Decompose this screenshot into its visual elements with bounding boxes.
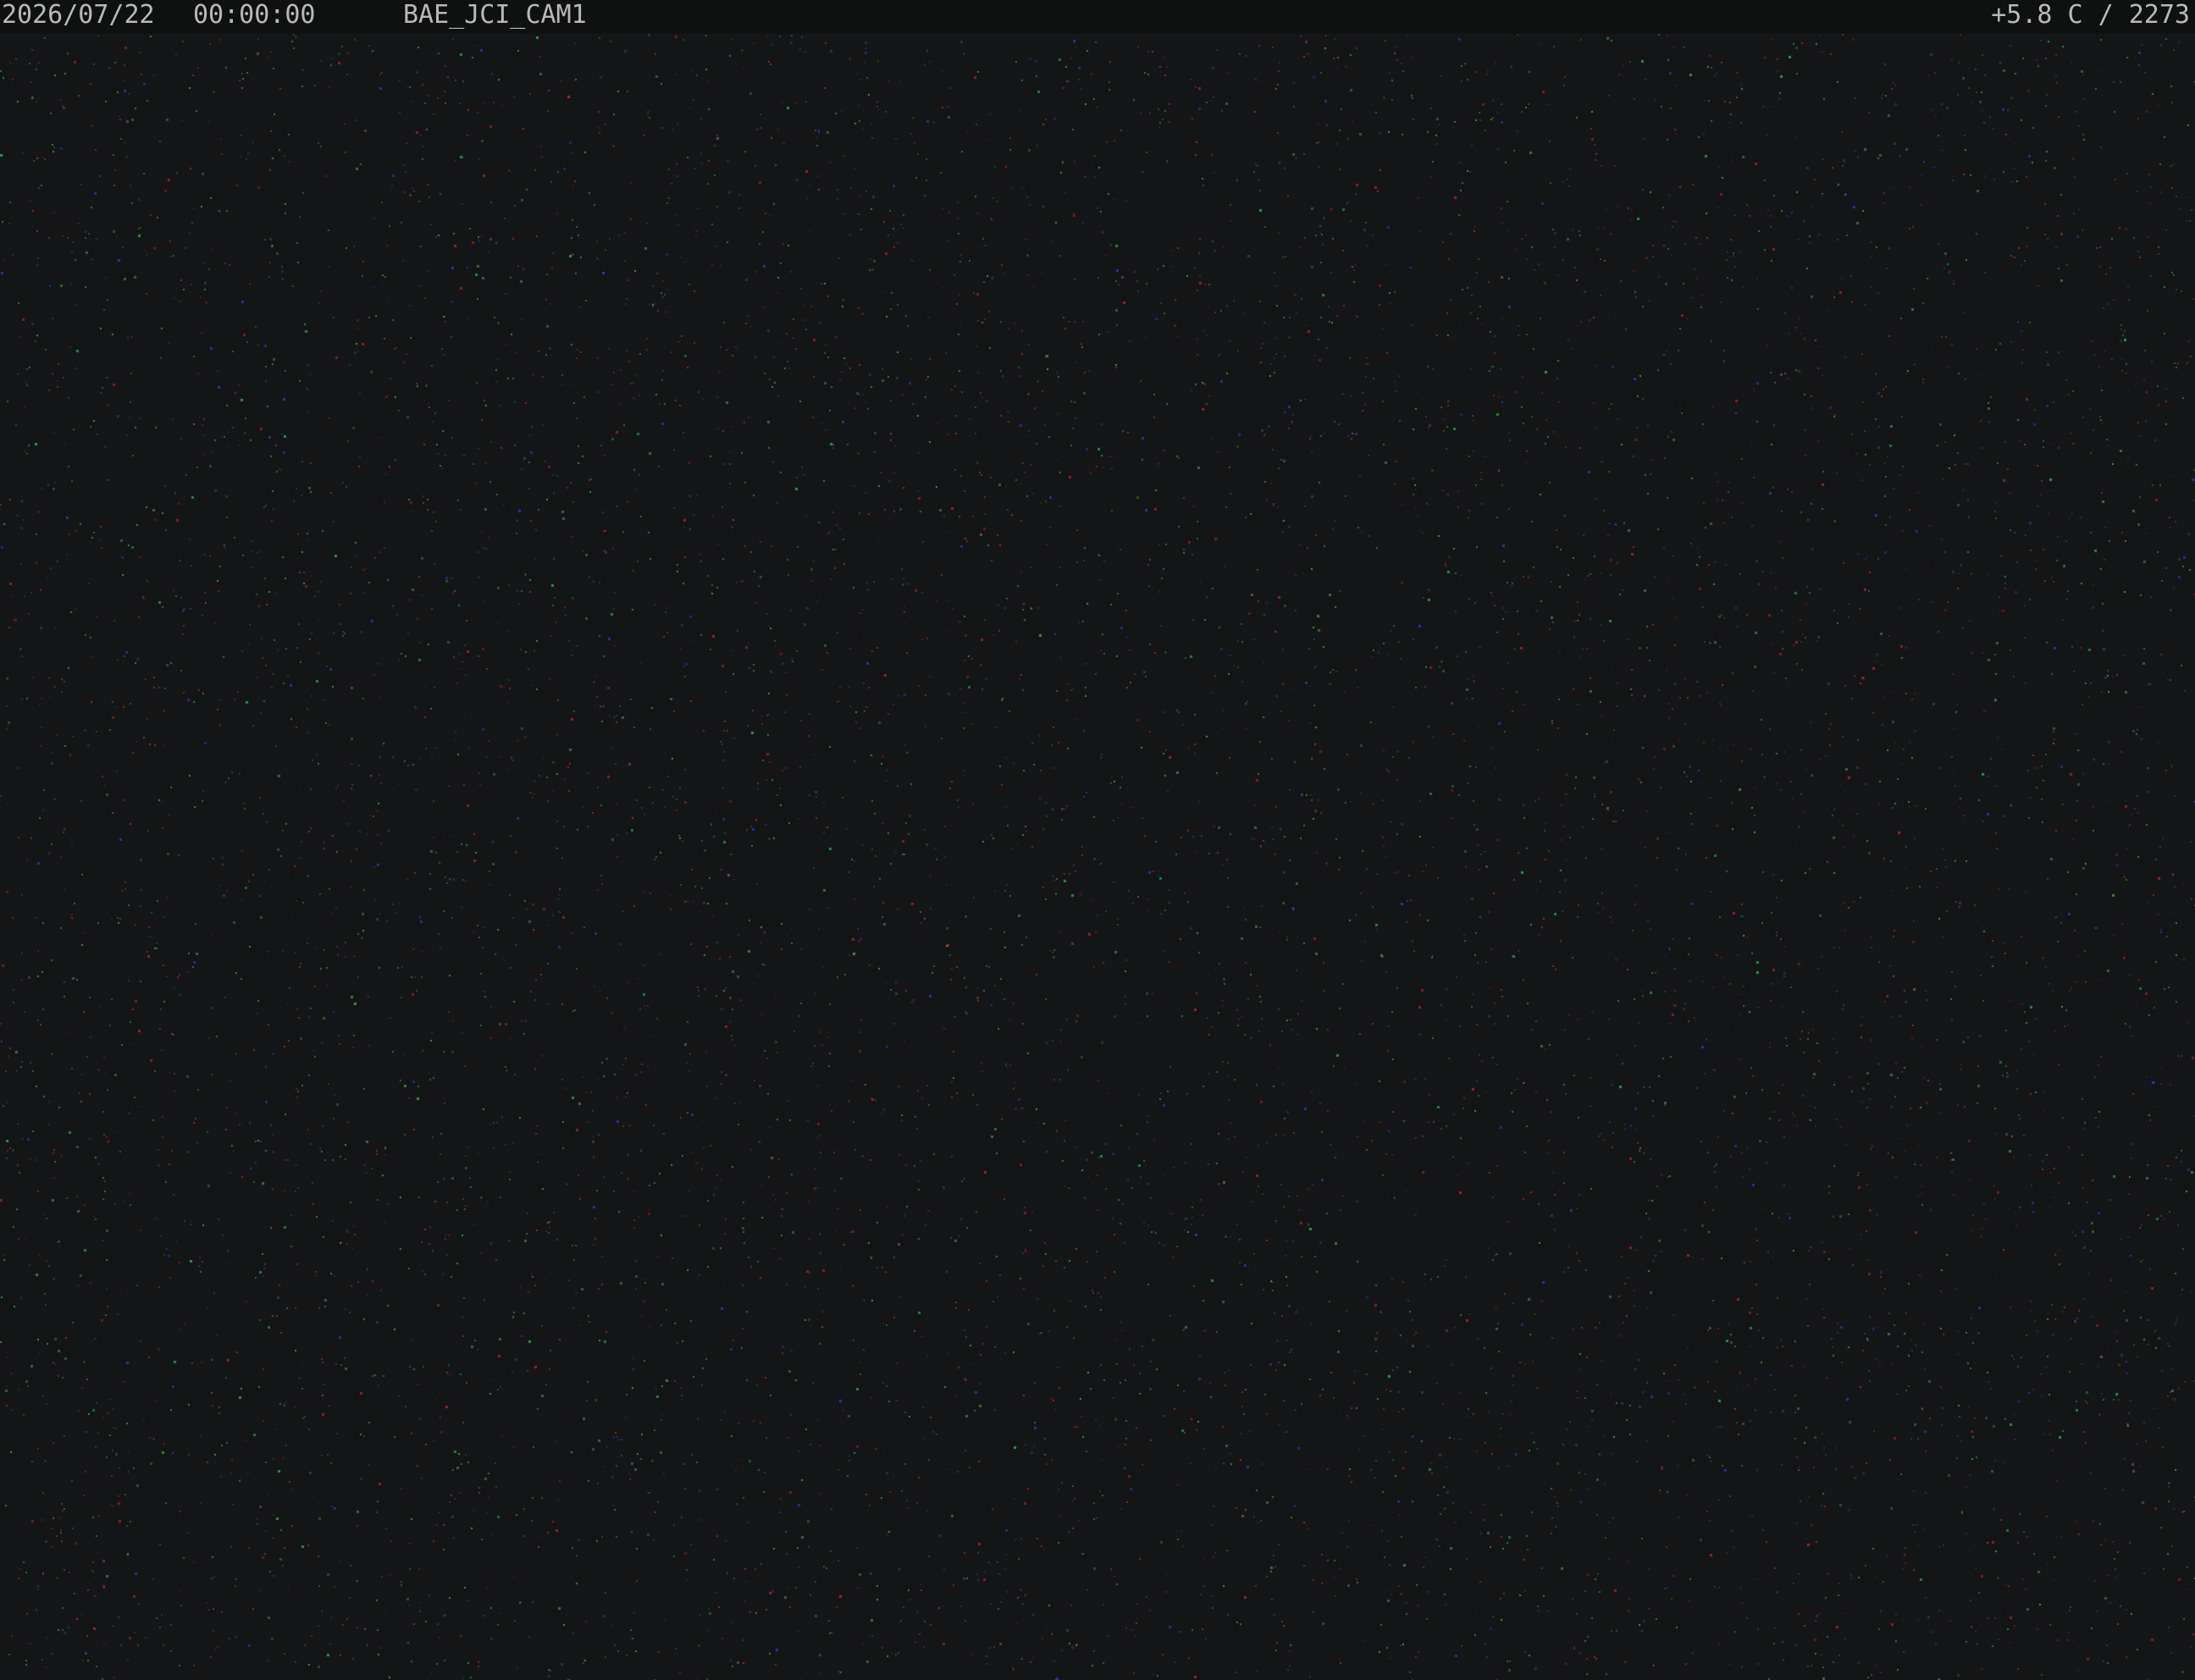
osd-time: 00:00:00: [193, 0, 316, 30]
sensor-noise-image: [0, 34, 2195, 1680]
osd-separator: /: [2098, 0, 2114, 30]
osd-status-readout: +5.8 C / 2273: [1991, 0, 2190, 34]
osd-frame-counter: 2273: [2128, 0, 2190, 30]
osd-date: 2026/07/22: [2, 0, 155, 30]
osd-temperature: +5.8 C: [1991, 0, 2083, 30]
osd-overlay-bar: 2026/07/22 00:00:00 BAE_JCI_CAM1 +5.8 C …: [0, 0, 2195, 34]
camera-frame: 2026/07/22 00:00:00 BAE_JCI_CAM1 +5.8 C …: [0, 0, 2195, 1680]
osd-camera-name: BAE_JCI_CAM1: [403, 0, 587, 30]
